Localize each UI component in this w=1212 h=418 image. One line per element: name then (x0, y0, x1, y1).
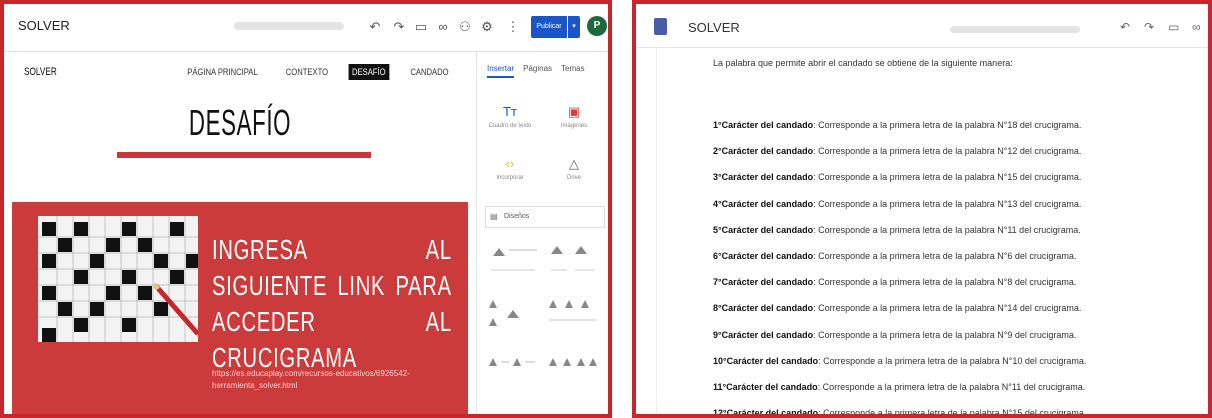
instruction-ordinal: 8°Carácter del candado (713, 303, 814, 314)
settings-icon[interactable]: ⚙ (478, 18, 496, 36)
site-url (234, 22, 344, 30)
redo-icon[interactable]: ↷ (1144, 20, 1154, 34)
publish-dropdown-icon[interactable]: ▾ (568, 16, 580, 38)
editor-toolbar: SOLVER ↶ ↷ ▭ ∞ ⚇ ⚙ ⋮ Publicar ▾ P (4, 4, 608, 52)
app-title: SOLVER (18, 18, 70, 33)
instruction-ordinal: 6°Carácter del candado (713, 251, 814, 261)
doc-url (950, 26, 1080, 33)
embed-icon: ‹› (505, 156, 515, 171)
share-icon[interactable]: ⚇ (456, 18, 474, 36)
instruction-line: 12°Carácter del candado: Corresponde a l… (713, 408, 1087, 418)
instruction-line: 9°Carácter del candado: Corresponde a la… (713, 330, 1076, 340)
insert-panel: Insertar Páginas Temas Tт Cuadro de text… (476, 52, 608, 414)
tab-insert[interactable]: Insertar (487, 64, 515, 78)
title-underline (117, 152, 371, 158)
instruction-text: : Corresponde a la primera letra de la p… (813, 146, 1082, 157)
instruction-text: : Corresponde a la primera letra de la p… (813, 277, 1077, 288)
instruction-ordinal: 1°Carácter del candado (713, 120, 814, 130)
instruction-text: : Corresponde a la primera letra de la p… (813, 198, 1082, 209)
avatar[interactable]: P (587, 16, 607, 36)
instruction-text: : Corresponde a la primera letra de la p… (813, 224, 1081, 235)
crossword-image (38, 216, 198, 342)
instruction-ordinal: 7°Carácter del candado (713, 277, 814, 288)
layouts-dropdown[interactable]: ▤ Diseños (485, 206, 605, 228)
instruction-ordinal: 4°Carácter del candado (713, 198, 814, 209)
insert-text-box[interactable]: Tт Cuadro de texto (485, 104, 535, 129)
doc-body: La palabra que permite abrir el candado … (656, 48, 1208, 418)
undo-icon[interactable]: ↶ (366, 18, 384, 36)
instruction-text: : Corresponde a la primera letra de la p… (818, 355, 1087, 366)
instruction-text: : Corresponde a la primera letra de la p… (813, 329, 1077, 340)
instruction-ordinal: 2°Carácter del candado (713, 146, 814, 157)
instruction-line: 8°Carácter del candado: Corresponde a la… (713, 303, 1081, 313)
site-nav: PÁGINA PRINCIPAL CONTEXTO DESAFÍO CANDAD… (177, 64, 456, 80)
sites-editor-panel: SOLVER ↶ ↷ ▭ ∞ ⚇ ⚙ ⋮ Publicar ▾ P SOLVER… (0, 0, 612, 418)
nav-item-context[interactable]: CONTEXTO (282, 64, 331, 80)
site-logo[interactable]: SOLVER (24, 66, 57, 78)
layout-tile-3[interactable] (487, 296, 539, 330)
instruction-text: : Corresponde a la primera letra de la p… (813, 172, 1082, 183)
layout-tile-2[interactable] (547, 242, 599, 276)
instruction-line: 2°Carácter del candado: Corresponde a la… (713, 146, 1081, 156)
page-title: DESAFÍO (188, 102, 292, 143)
instruction-line: 4°Carácter del candado: Corresponde a la… (713, 199, 1081, 209)
nav-item-challenge[interactable]: DESAFÍO (349, 64, 390, 80)
instruction-line: 6°Carácter del candado: Corresponde a la… (713, 251, 1076, 261)
tab-pages[interactable]: Páginas (523, 64, 552, 78)
layout-icon: ▤ (490, 212, 498, 221)
more-icon[interactable]: ⋮ (504, 18, 522, 36)
undo-icon[interactable]: ↶ (1120, 20, 1130, 34)
instruction-text: : Corresponde a la primera letra de la p… (817, 382, 1086, 392)
layout-tile-1[interactable] (487, 242, 539, 276)
instruction-text: : Corresponde a la primera letra de la p… (813, 120, 1082, 130)
instruction-ordinal: 3°Carácter del candado (713, 172, 814, 183)
instruction-text: : Corresponde a la primera letra de la p… (818, 408, 1087, 418)
drive-icon: △ (569, 156, 579, 171)
link-icon[interactable]: ∞ (434, 18, 452, 36)
nav-item-lock[interactable]: CANDADO (407, 64, 452, 80)
preview-icon[interactable]: ▭ (412, 18, 430, 36)
instruction-ordinal: 12°Carácter del candado (713, 408, 819, 418)
cta-section: INGRESA AL SIGUIENTE LINK PARA ACCEDER A… (12, 202, 468, 414)
text-icon: Tт (503, 104, 517, 119)
doc-intro: La palabra que permite abrir el candado … (713, 58, 1013, 68)
publish-button[interactable]: Publicar (531, 16, 567, 38)
instruction-ordinal: 10°Carácter del candado (713, 355, 819, 366)
doc-icon (654, 18, 667, 35)
image-icon: ▣ (567, 104, 581, 119)
instruction-ordinal: 9°Carácter del candado (713, 329, 814, 340)
preview-icon[interactable]: ▭ (1168, 20, 1179, 34)
insert-drive[interactable]: △ Drive (549, 156, 599, 181)
instruction-line: 7°Carácter del candado: Corresponde a la… (713, 277, 1076, 287)
instruction-line: 1°Carácter del candado: Corresponde a la… (713, 120, 1081, 130)
instruction-line: 11°Carácter del candado: Corresponde a l… (713, 382, 1085, 392)
instruction-line: 5°Carácter del candado: Corresponde a la… (713, 225, 1081, 235)
tab-themes[interactable]: Temas (561, 64, 585, 78)
instruction-ordinal: 5°Carácter del candado (713, 224, 814, 235)
nav-item-home[interactable]: PÁGINA PRINCIPAL (184, 64, 261, 80)
link-icon[interactable]: ∞ (1192, 20, 1201, 34)
panel-tabs: Insertar Páginas Temas (487, 64, 585, 78)
doc-toolbar: SOLVER ↶ ↷ ▭ ∞ (636, 4, 1208, 48)
insert-embed[interactable]: ‹› Incorporar (485, 156, 535, 181)
instruction-line: 3°Carácter del candado: Corresponde a la… (713, 172, 1081, 182)
insert-images[interactable]: ▣ Imágenes (549, 104, 599, 129)
instruction-ordinal: 11°Carácter del candado (713, 382, 818, 392)
instruction-line: 10°Carácter del candado: Corresponde a l… (713, 356, 1086, 366)
instruction-text: : Corresponde a la primera letra de la p… (813, 251, 1077, 261)
site-canvas: SOLVER PÁGINA PRINCIPAL CONTEXTO DESAFÍO… (12, 52, 468, 414)
layout-tile-5[interactable] (487, 352, 539, 386)
layout-tile-4[interactable] (547, 296, 599, 330)
crossword-link[interactable]: https://es.educaplay.com/recursos-educat… (212, 368, 432, 392)
redo-icon[interactable]: ↷ (390, 18, 408, 36)
cta-text: INGRESA AL SIGUIENTE LINK PARA ACCEDER A… (212, 234, 452, 373)
doc-app-title: SOLVER (688, 20, 740, 35)
instruction-text: : Corresponde a la primera letra de la p… (813, 303, 1082, 314)
layout-tile-6[interactable] (547, 352, 599, 386)
document-panel: SOLVER ↶ ↷ ▭ ∞ La palabra que permite ab… (632, 0, 1212, 418)
